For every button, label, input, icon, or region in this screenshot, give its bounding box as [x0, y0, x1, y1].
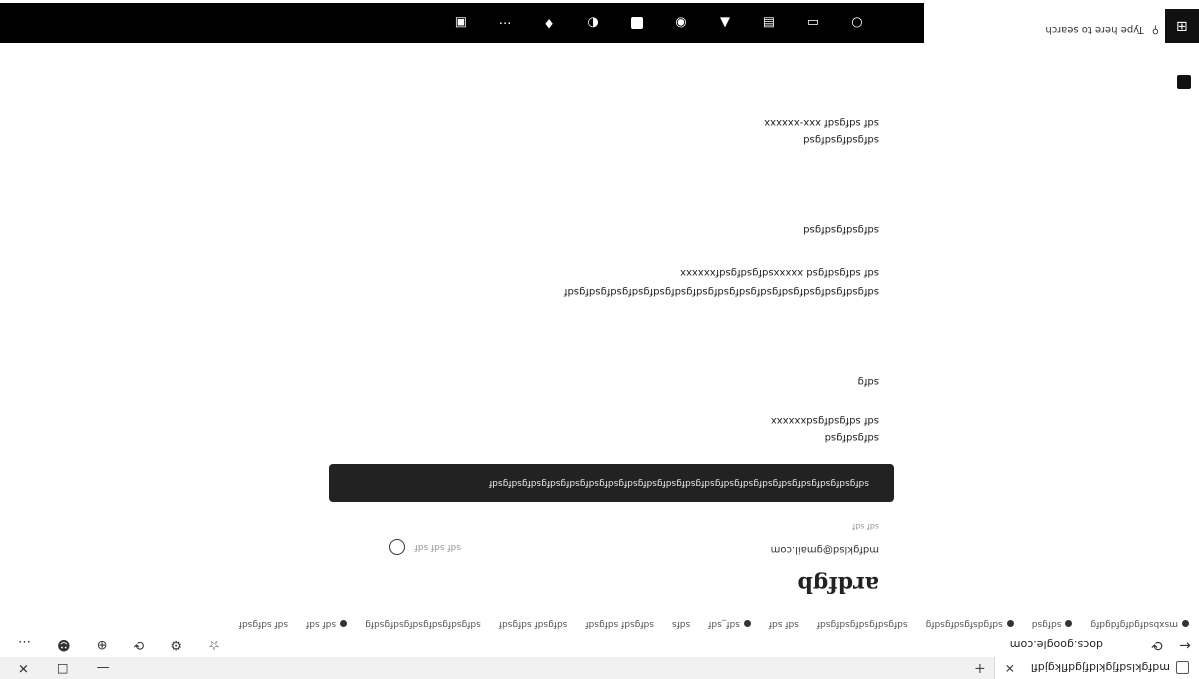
bookmark-icon — [1006, 620, 1014, 628]
edge-icon[interactable]: ◉ — [674, 16, 688, 31]
text-line: sdfgsdfgsdfgsd — [803, 134, 879, 145]
tab-favicon-icon — [1176, 661, 1189, 675]
start-button[interactable]: ⊞ — [1165, 9, 1199, 43]
task-view-icon[interactable]: ▭ — [806, 16, 820, 31]
timestamp: sdf sdf sdf — [414, 542, 461, 552]
maximize-button[interactable]: ☐ — [57, 661, 69, 676]
text-block: sdfgsdfgsdfgsd sdf sdfgsdf xxx-xxxxxx — [764, 117, 879, 145]
windows-icon: ⊞ — [1176, 18, 1188, 34]
bookmark-item[interactable]: msxbsdfgdfgfdgdfg — [1090, 619, 1189, 629]
bookmark-item[interactable]: sdf sdfgsdf — [239, 619, 288, 629]
word-icon[interactable] — [630, 16, 644, 30]
store-icon[interactable]: ▲ — [718, 16, 732, 31]
banner-text: sdfgsdfgsdfgsdfgsdfgsdfgsdfgsdfgsdfgsdfg… — [489, 478, 869, 488]
text-line: sdf sdfgsdfgsdxxxxxx — [770, 415, 879, 426]
new-tab-button[interactable]: + — [974, 660, 986, 676]
text-line: sdfg — [857, 376, 879, 387]
collections-icon[interactable]: ⟳ — [133, 638, 144, 653]
bookmark-icon — [340, 620, 348, 628]
search-placeholder: Type here to search — [1045, 24, 1144, 35]
text-line: sdf sdfgsdf xxx-xxxxxx — [764, 117, 879, 128]
notification-icon[interactable]: ▣ — [454, 16, 468, 31]
cortana-icon[interactable]: ○ — [850, 16, 864, 31]
favorites-icon[interactable]: ☆ — [208, 638, 220, 653]
page-content: ardfgb mdfgklsd@gmail.com sdf sdf sdf sd… — [0, 45, 1199, 615]
minimize-button[interactable]: — — [97, 661, 110, 676]
refresh-icon[interactable]: ⟳ — [1143, 637, 1171, 653]
text-block: sdfgsdfgsdfgsdfgsdfgsdfgsdfgsdfgsdfgsdfg… — [564, 267, 879, 297]
url-field[interactable]: docs.google.com — [1010, 639, 1103, 652]
text-line: sdfgsdfgsdfgsd — [803, 224, 879, 235]
text-block: sdfgsdfgsd sdf sdfgsdfgsdxxxxxx — [771, 415, 879, 443]
profile-icon[interactable]: ☻ — [57, 638, 71, 653]
bookmark-item[interactable]: sdf sdf — [306, 619, 348, 629]
taskbar: ⊞ ⚲ Type here to search ○ ▭ ▤ ▲ ◉ ◐ ♦ ⋯ … — [0, 0, 1199, 89]
tab-close-icon[interactable]: ✕ — [1005, 661, 1015, 675]
bookmark-item[interactable]: sdfs — [672, 619, 690, 629]
taskbar-apps: ○ ▭ ▤ ▲ ◉ ◐ ♦ ⋯ ▣ — [0, 3, 924, 43]
sender-email: mdfgklsd@gmail.com — [770, 544, 879, 555]
diamond-icon[interactable]: ♦ — [542, 16, 556, 31]
translate-icon[interactable]: ⊕ — [97, 638, 108, 653]
bookmark-item[interactable]: sdfgsdfgsdfgsdfgsdfgsdfg — [365, 619, 481, 629]
bookmark-item[interactable]: sdfgsd — [1032, 619, 1073, 629]
text-block: sdfg — [858, 376, 879, 387]
toolbar-icons: ☆ ⚙ ⟳ ⊕ ☻ … — [0, 638, 220, 653]
bookmark-icon — [1065, 620, 1073, 628]
side-panel-icon[interactable] — [1177, 75, 1191, 89]
page-title: ardfgb — [797, 571, 879, 597]
network-icon: ⋯ — [498, 15, 512, 31]
taskbar-search[interactable]: ⚲ Type here to search — [1045, 24, 1159, 35]
bookmark-item[interactable]: sdfgsdfgsdfgsdfgsdf — [817, 619, 908, 629]
close-window-button[interactable]: ✕ — [18, 661, 29, 676]
bookmark-item[interactable]: sdf_sdf — [708, 619, 751, 629]
bookmark-item[interactable]: sdfgsdf sdfgsdf — [585, 619, 654, 629]
bookmark-icon — [1182, 620, 1189, 628]
info-banner: sdfgsdfgsdfgsdfgsdfgsdfgsdfgsdfgsdfgsdfg… — [329, 464, 894, 502]
recipient: sdf sdf — [852, 522, 879, 531]
text-line: sdf sdfgsdfgsd xxxxxsdfgsdfgsdfxxxxxx — [680, 267, 879, 278]
bookmark-icon — [743, 620, 751, 628]
back-arrow-icon[interactable]: ← — [1171, 637, 1199, 653]
bookmark-item[interactable]: sdf sdf — [769, 619, 799, 629]
emoji-reaction-icon[interactable] — [388, 539, 405, 555]
text-line: sdfgsdfgsdfgsdfgsdfgsdfgsdfgsdfgsdfgsdfg… — [563, 286, 879, 297]
message-meta: sdf sdf sdf — [388, 539, 461, 555]
bookmarks-bar: msxbsdfgdfgfdgdfg sdfgsd sdfgdsfgsdfgsdf… — [0, 615, 1199, 633]
browser-tab[interactable]: mdfgklsdfjgkldfjgdflkgjdfl ✕ — [993, 657, 1199, 679]
more-icon[interactable]: … — [18, 638, 31, 653]
window-controls: — ☐ ✕ — [0, 661, 110, 676]
extension-icon[interactable]: ⚙ — [170, 638, 182, 653]
bookmark-item[interactable]: sdfgsdf sdfgsdf — [499, 619, 568, 629]
bookmark-item[interactable]: sdfgdsfgsdfgsdfg — [926, 619, 1014, 629]
text-line: sdfgsdfgsd — [824, 432, 879, 443]
search-icon: ⚲ — [1151, 24, 1159, 35]
tab-title: mdfgklsdfjgkldfjgdflkgjdfl — [1030, 661, 1170, 675]
app-icon[interactable]: ◐ — [586, 16, 600, 31]
tab-strip: mdfgklsdfjgkldfjgdflkgjdfl ✕ + — ☐ ✕ — [0, 657, 1199, 679]
address-bar: ← ⟳ docs.google.com ☆ ⚙ ⟳ ⊕ ☻ … — [0, 632, 1199, 657]
text-block: sdfgsdfgsdfgsd — [803, 224, 879, 235]
file-explorer-icon[interactable]: ▤ — [762, 16, 776, 31]
